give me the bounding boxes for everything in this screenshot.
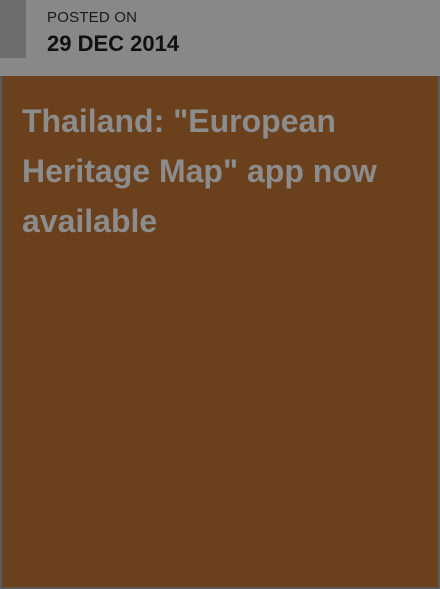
post-date-header: POSTED ON 29 DEC 2014 [0,0,440,76]
post-body[interactable]: Thailand: "European Heritage Map" app no… [2,76,438,587]
header-accent-bar [0,0,26,58]
post-date: 29 DEC 2014 [47,31,180,56]
posted-on-label: POSTED ON [47,9,138,26]
post-card: POSTED ON 29 DEC 2014 Thailand: "Europea… [0,0,440,589]
post-title-link[interactable]: Thailand: "European Heritage Map" app no… [22,96,422,246]
